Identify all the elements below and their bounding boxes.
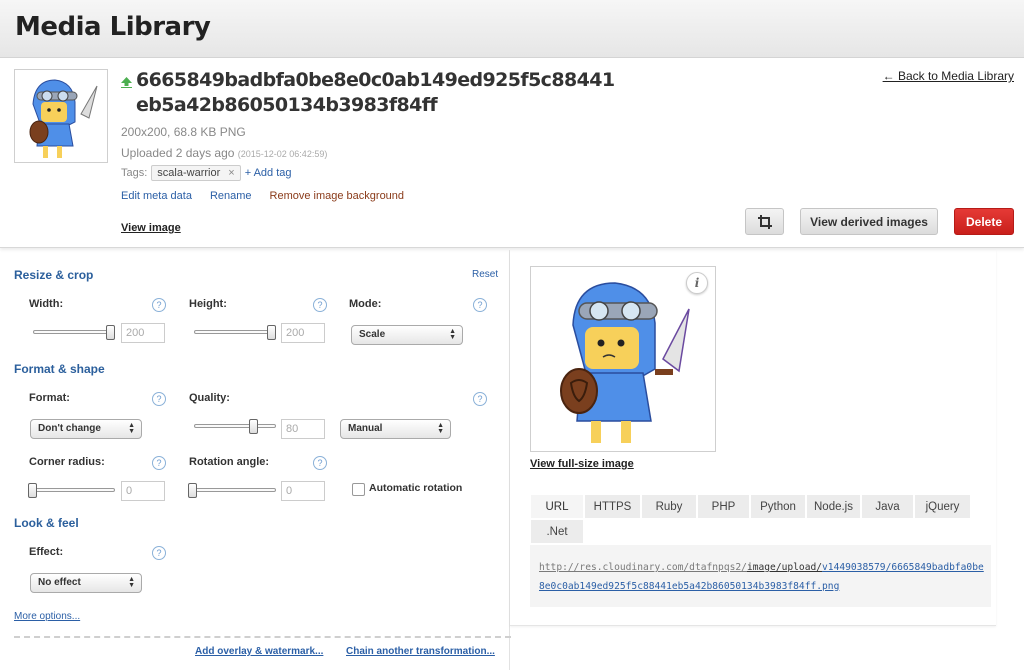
back-to-library-link[interactable]: ← Back to Media Library [883,69,1014,83]
add-tag-link[interactable]: + Add tag [245,167,292,179]
filename-line-1: 6665849badbfa0be8e0c0ab149ed925f5c88441 [136,69,615,91]
help-icon[interactable]: ? [313,298,327,312]
warrior-preview-image [560,282,690,443]
tab-ruby[interactable]: Ruby [641,494,697,519]
more-options-link[interactable]: More options... [14,611,80,622]
height-label: Height: [189,298,227,310]
select-arrows-icon: ▲ ▼ [128,576,135,589]
help-icon[interactable]: ? [152,546,166,560]
url-box: http://res.cloudinary.com/dtafnpqs2/imag… [530,545,991,607]
chain-transformation-link[interactable]: Chain another transformation... [346,646,495,657]
format-shape-heading: Format & shape [14,362,105,376]
top-bar: Media Library [0,0,1024,58]
preview-image[interactable] [530,266,716,452]
remove-background-link[interactable]: Remove image background [270,190,405,202]
image-url-link[interactable]: http://res.cloudinary.com/dtafnpqs2/imag… [539,558,989,596]
divider [14,636,511,638]
select-arrows-icon: ▲ ▼ [128,422,135,435]
quality-input[interactable]: 80 [281,419,325,439]
page-title: Media Library [15,12,211,42]
tab-dotnet[interactable]: .Net [530,519,584,544]
select-arrows-icon: ▲ ▼ [449,328,456,341]
tab-https[interactable]: HTTPS [584,494,641,519]
upload-arrow-icon [121,77,132,88]
tab-php[interactable]: PHP [697,494,750,519]
effect-label: Effect: [29,546,64,558]
quality-mode-value: Manual [348,423,383,434]
help-icon[interactable]: ? [152,298,166,312]
tab-java[interactable]: Java [861,494,914,519]
asset-thumbnail[interactable] [14,69,108,163]
automatic-rotation-checkbox[interactable] [352,483,365,496]
rotation-angle-label: Rotation angle: [189,456,270,468]
corner-radius-input[interactable]: 0 [121,481,165,501]
width-label: Width: [29,298,64,310]
mode-select[interactable]: Scale ▲ ▼ [351,325,463,345]
url-mid: image/upload/ [746,562,823,573]
quality-label: Quality: [189,392,230,404]
automatic-rotation-label: Automatic rotation [369,482,463,494]
tab-nodejs[interactable]: Node.js [806,494,861,519]
resize-crop-heading: Resize & crop [14,268,94,282]
asset-dimensions: 200x200, 68.8 KB PNG [121,125,246,139]
view-derived-images-button[interactable]: View derived images [800,208,938,235]
edit-meta-link[interactable]: Edit meta data [121,190,192,202]
delete-button[interactable]: Delete [954,208,1014,235]
asset-uploaded: Uploaded 2 days ago (2015-12-02 06:42:59… [121,146,327,160]
format-select-value: Don't change [38,423,101,434]
width-input[interactable]: 200 [121,323,165,343]
uploaded-timestamp: (2015-12-02 06:42:59) [237,149,328,159]
height-slider[interactable] [194,325,276,340]
mode-label: Mode: [349,298,382,310]
info-icon[interactable]: i [686,272,708,294]
tags-row: Tags: scala-warrior × + Add tag [121,165,292,181]
select-arrows-icon: ▲ ▼ [437,422,444,435]
format-select[interactable]: Don't change ▲ ▼ [30,419,142,439]
rotation-slider[interactable] [188,483,276,498]
reset-link[interactable]: Reset [472,269,498,280]
quality-mode-select[interactable]: Manual ▲ ▼ [340,419,451,439]
height-input[interactable]: 200 [281,323,325,343]
format-label: Format: [29,392,70,404]
filename-line-2: eb5a42b86050134b3983f84ff [136,94,438,116]
corner-radius-slider[interactable] [28,483,115,498]
quality-slider[interactable] [194,419,276,434]
asset-header: 6665849badbfa0be8e0c0ab149ed925f5c88441 … [0,58,1024,248]
url-base: http://res.cloudinary.com/dtafnpqs2/ [539,562,747,573]
mode-select-value: Scale [359,329,386,340]
uploaded-text: Uploaded 2 days ago [121,146,235,160]
asset-filename: 6665849badbfa0be8e0c0ab149ed925f5c88441 … [136,68,615,118]
tags-label: Tags: [121,167,148,179]
remove-tag-icon[interactable]: × [228,167,234,179]
tag-name: scala-warrior [157,167,221,179]
crop-button[interactable] [745,208,784,235]
rename-link[interactable]: Rename [210,190,252,202]
corner-radius-label: Corner radius: [29,456,105,468]
view-image-link[interactable]: View image [121,222,181,234]
help-icon[interactable]: ? [152,456,166,470]
crop-icon [757,214,772,229]
tag-chip[interactable]: scala-warrior × [151,165,241,181]
tab-python[interactable]: Python [750,494,806,519]
tab-jquery[interactable]: jQuery [914,494,971,519]
view-full-size-link[interactable]: View full-size image [530,458,634,470]
rotation-input[interactable]: 0 [281,481,325,501]
look-feel-heading: Look & feel [14,516,79,530]
tab-url[interactable]: URL [530,494,584,519]
help-icon[interactable]: ? [313,456,327,470]
help-icon[interactable]: ? [473,298,487,312]
effect-select[interactable]: No effect ▲ ▼ [30,573,142,593]
width-slider[interactable] [33,325,115,340]
help-icon[interactable]: ? [152,392,166,406]
add-overlay-link[interactable]: Add overlay & watermark... [195,646,323,657]
asset-actions: Edit meta data Rename Remove image backg… [121,190,404,202]
warrior-thumbnail-image [29,79,98,158]
effect-select-value: No effect [38,577,81,588]
help-icon[interactable]: ? [473,392,487,406]
